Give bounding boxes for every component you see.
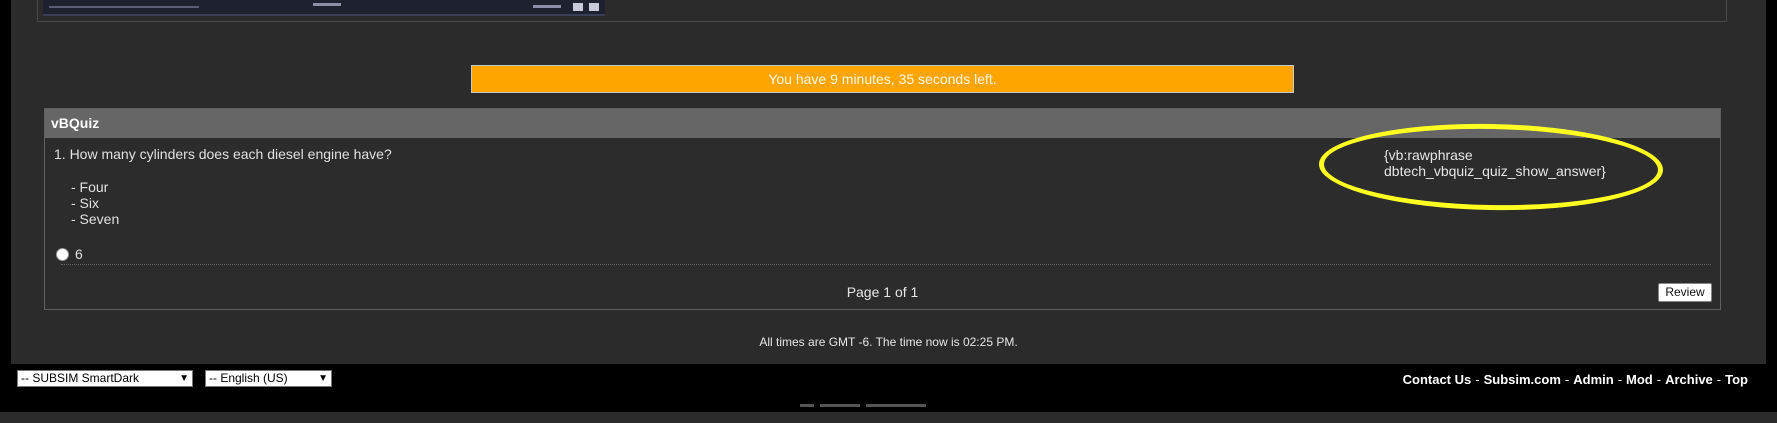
chevron-down-icon: ▼	[318, 373, 328, 384]
quiz-panel: vBQuiz 1. How many cylinders does each d…	[44, 108, 1721, 310]
timezone-note: All times are GMT -6. The time now is 02…	[759, 335, 1018, 349]
answer-radio-label: 6	[75, 246, 83, 262]
pagination-label: Page 1 of 1	[846, 284, 919, 300]
language-chooser-select[interactable]: -- English (US) ▼	[205, 370, 332, 387]
footer-link-admin[interactable]: Admin	[1573, 372, 1613, 387]
answer-radio-button[interactable]	[56, 247, 69, 261]
embedded-screenshot-thumbnail	[43, 0, 605, 16]
review-button[interactable]: Review	[1658, 283, 1712, 302]
option-item: - Four	[71, 179, 109, 195]
style-chooser-select[interactable]: -- SUBSIM SmartDark ▼	[17, 370, 193, 387]
footer-link-mod[interactable]: Mod	[1626, 372, 1653, 387]
chevron-down-icon: ▼	[179, 373, 189, 384]
option-item: - Seven	[71, 211, 120, 227]
footer-link-subsim[interactable]: Subsim.com	[1484, 372, 1561, 387]
quiz-timer-bar: You have 9 minutes, 35 seconds left.	[471, 65, 1294, 93]
footer-cropped-text	[800, 404, 970, 412]
footer-links: Contact Us - Subsim.com - Admin - Mod - Archive -…	[1402, 372, 1748, 387]
answer-radio-option[interactable]: 6	[56, 246, 83, 262]
footer-link-top[interactable]: Top	[1725, 372, 1748, 387]
question-divider	[61, 264, 1711, 265]
left-gutter	[0, 0, 11, 364]
page-footer: -- SUBSIM SmartDark ▼ -- English (US) ▼ …	[0, 364, 1777, 412]
footer-link-contact-us[interactable]: Contact Us	[1403, 372, 1472, 387]
question-text: 1. How many cylinders does each diesel e…	[54, 146, 392, 162]
language-select-value: -- English (US)	[209, 371, 288, 385]
style-select-value: -- SUBSIM SmartDark	[21, 371, 140, 385]
footer-link-archive[interactable]: Archive	[1665, 372, 1713, 387]
right-gutter	[1766, 0, 1777, 364]
option-list: - Four - Six - Seven	[71, 179, 119, 227]
option-item: - Six	[71, 195, 99, 211]
